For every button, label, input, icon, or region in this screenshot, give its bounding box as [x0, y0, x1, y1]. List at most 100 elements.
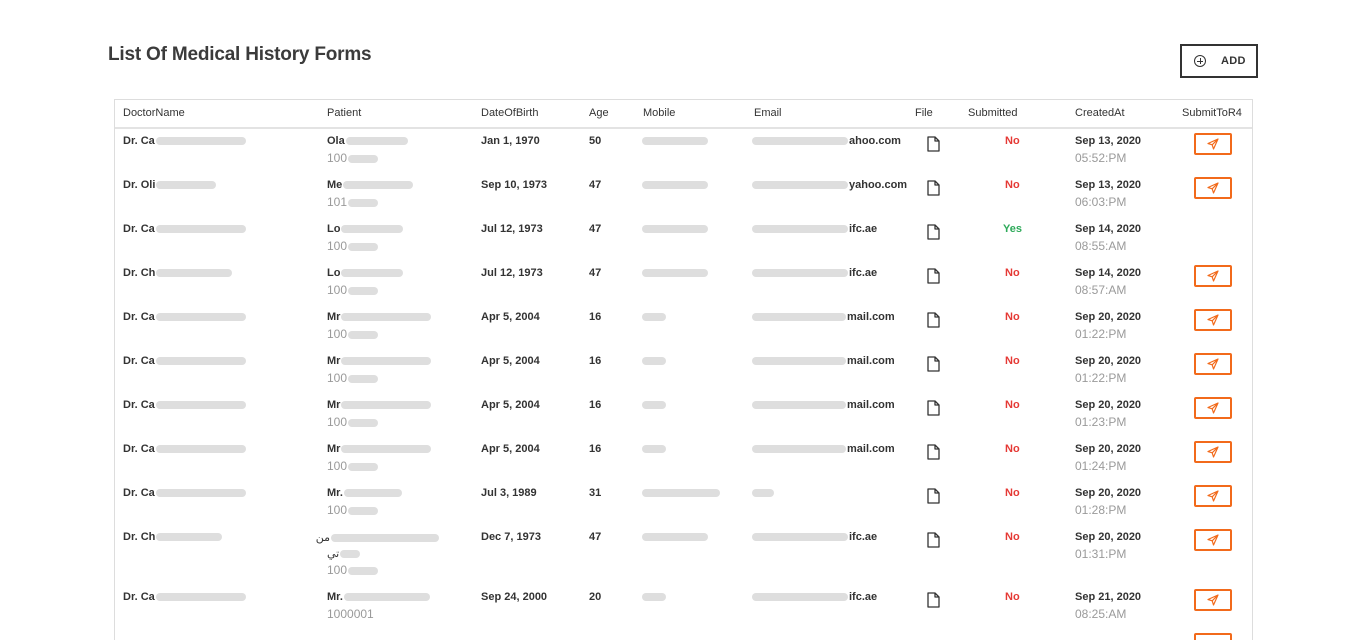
medical-history-table: DoctorName Patient DateOfBirth Age Mobil…: [114, 99, 1253, 640]
redacted-text: [340, 550, 361, 559]
submit-to-r4-button[interactable]: [1194, 133, 1232, 155]
add-button[interactable]: ADD: [1180, 44, 1258, 78]
submit-to-r4-button[interactable]: [1194, 397, 1232, 419]
file-icon[interactable]: [927, 488, 940, 504]
redacted-text: [348, 374, 379, 383]
submit-to-r4-button[interactable]: [1194, 265, 1232, 287]
redacted-text: [642, 401, 666, 410]
submit-to-r4-button[interactable]: [1194, 441, 1232, 463]
patient-name: من: [315, 532, 330, 544]
patient-name: Mr: [327, 355, 341, 367]
patient-id-cell: 100: [327, 415, 379, 429]
redacted-text: [156, 533, 223, 542]
doctor-name: Dr. Ca: [123, 135, 155, 147]
email-cell: ifc.ae: [751, 531, 877, 543]
column-header-submittor4[interactable]: SubmitToR4: [1182, 107, 1242, 119]
submit-to-r4-button[interactable]: [1194, 485, 1232, 507]
column-header-dateofbirth[interactable]: DateOfBirth: [481, 107, 538, 119]
redacted-text: [155, 313, 246, 322]
add-button-label: ADD: [1221, 55, 1246, 67]
column-header-doctorname[interactable]: DoctorName: [123, 107, 185, 119]
doctor-name: Dr. Ch: [123, 531, 156, 543]
submit-to-r4-button[interactable]: [1194, 309, 1232, 331]
redacted-text: [155, 357, 246, 366]
redacted-text: [155, 401, 246, 410]
redacted-text: [348, 418, 379, 427]
file-icon[interactable]: [927, 356, 940, 372]
patient-name: Lo: [327, 223, 341, 235]
email-cell: ifc.ae: [751, 591, 877, 603]
patient-id-cell: 100: [327, 371, 379, 385]
file-icon[interactable]: [927, 444, 940, 460]
paper-plane-icon: [1207, 182, 1219, 194]
table-row: Dr. Ch تي من 100 Dec 7, 1973 47 ifc.ae No Sep 20…: [115, 524, 1252, 577]
patient-id: 100: [327, 283, 348, 297]
column-header-submitted[interactable]: Submitted: [968, 107, 1018, 119]
age: 50: [589, 135, 602, 147]
date-of-birth: Jan 1, 1970: [481, 135, 540, 147]
redacted-text: [752, 401, 846, 410]
patient-name-rtl: تي: [327, 548, 340, 560]
mobile-cell: [641, 135, 709, 147]
created-date: Sep 20, 2020: [1075, 443, 1142, 455]
email-cell: [751, 487, 775, 499]
doctor-name: Dr. Ca: [123, 355, 155, 367]
file-icon[interactable]: [927, 532, 940, 548]
submit-to-r4-button[interactable]: [1194, 177, 1232, 199]
redacted-text: [156, 269, 233, 278]
submit-to-r4-button[interactable]: [1194, 529, 1232, 551]
created-date: Sep 20, 2020: [1075, 531, 1142, 543]
file-icon[interactable]: [927, 400, 940, 416]
doctor-name-cell: Dr. Ca: [123, 443, 247, 455]
submit-to-r4-button[interactable]: [1194, 589, 1232, 611]
redacted-text: [343, 181, 414, 190]
column-header-mobile[interactable]: Mobile: [643, 107, 675, 119]
file-icon[interactable]: [927, 268, 940, 284]
column-header-file[interactable]: File: [915, 107, 933, 119]
email: ifc.ae: [849, 223, 878, 235]
file-icon[interactable]: [927, 592, 940, 608]
file-icon[interactable]: [927, 136, 940, 152]
redacted-text: [752, 445, 846, 454]
file-icon[interactable]: [927, 312, 940, 328]
date-of-birth: Sep 10, 1973: [481, 179, 548, 191]
email-cell: mail.com: [751, 443, 895, 455]
redacted-text: [348, 506, 379, 515]
column-header-age[interactable]: Age: [589, 107, 609, 119]
redacted-text: [155, 489, 246, 498]
file-icon[interactable]: [927, 180, 940, 196]
date-of-birth: Jul 12, 1973: [481, 267, 543, 279]
redacted-text: [752, 181, 848, 190]
submitted-status: No: [1005, 487, 1020, 499]
patient-name: Me: [327, 179, 343, 191]
patient-name-cell: Lo: [327, 223, 404, 235]
submitted-status: No: [1005, 591, 1020, 603]
patient-name-cell: Me: [327, 179, 414, 191]
created-time: 01:28:PM: [1075, 503, 1127, 517]
redacted-text: [331, 534, 439, 543]
submitted-status: No: [1005, 443, 1020, 455]
redacted-text: [348, 286, 379, 295]
column-header-createdat[interactable]: CreatedAt: [1075, 107, 1125, 119]
date-of-birth: Dec 7, 1973: [481, 531, 541, 543]
mobile-cell: [641, 443, 667, 455]
plus-circle-icon: [1194, 55, 1206, 67]
file-icon[interactable]: [927, 224, 940, 240]
created-time: 06:03:PM: [1075, 195, 1127, 209]
submit-to-r4-button[interactable]: [1194, 633, 1232, 640]
mobile-cell: [641, 267, 709, 279]
date-of-birth: Apr 5, 2004: [481, 311, 540, 323]
patient-name: Mr.: [327, 591, 343, 603]
submit-to-r4-button[interactable]: [1194, 353, 1232, 375]
redacted-text: [341, 313, 432, 322]
redacted-text: [341, 445, 432, 454]
column-header-email[interactable]: Email: [754, 107, 782, 119]
mobile-cell: [641, 531, 709, 543]
created-date: Sep 14, 2020: [1075, 223, 1142, 235]
column-header-patient[interactable]: Patient: [327, 107, 361, 119]
mobile-cell: [641, 311, 667, 323]
patient-id: 1000001: [327, 607, 374, 621]
email: mail.com: [847, 311, 895, 323]
created-time: 05:52:PM: [1075, 151, 1127, 165]
paper-plane-icon: [1207, 358, 1219, 370]
